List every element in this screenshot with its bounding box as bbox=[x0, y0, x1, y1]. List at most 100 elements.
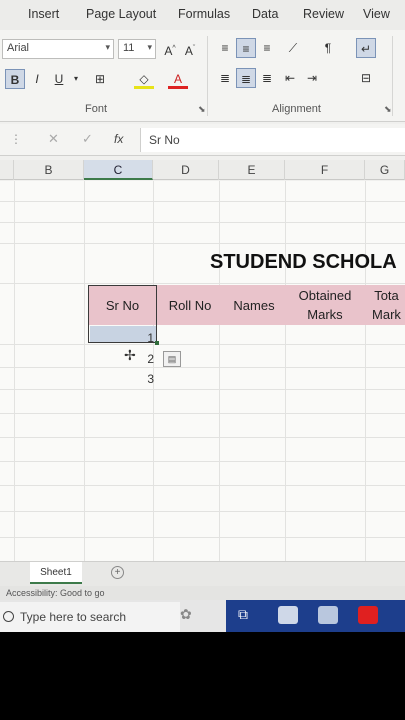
column-header-f[interactable]: F bbox=[285, 160, 365, 180]
header-total-marks[interactable]: Tota Mark bbox=[365, 285, 405, 325]
middle-align-icon[interactable]: ≡ bbox=[236, 38, 256, 58]
tab-view[interactable]: View bbox=[363, 7, 390, 21]
add-sheet-icon[interactable]: + bbox=[111, 566, 124, 579]
formula-bar: ⋮ ✕ ✓ fx Sr No bbox=[0, 124, 405, 156]
bottom-align-icon[interactable]: ≡ bbox=[257, 38, 277, 58]
header-roll-no[interactable]: Roll No bbox=[157, 285, 223, 325]
font-name-select[interactable]: Arial ▾ bbox=[2, 39, 114, 59]
serial-cell-3[interactable]: 3 bbox=[124, 372, 154, 386]
search-icon bbox=[3, 611, 14, 622]
wrap-text-icon[interactable]: ↵ bbox=[356, 38, 376, 58]
insert-function-icon[interactable]: fx bbox=[114, 132, 123, 146]
column-headers: B C D E F G bbox=[0, 160, 405, 180]
font-size-value: 11 bbox=[123, 42, 135, 54]
cancel-icon[interactable]: ✕ bbox=[48, 131, 59, 147]
chevron-down-icon: ▾ bbox=[105, 42, 110, 52]
header-obtained-line2: Marks bbox=[307, 307, 343, 322]
grid-line bbox=[0, 201, 405, 202]
grid-line bbox=[0, 222, 405, 223]
grid-line bbox=[0, 511, 405, 512]
grid-line bbox=[0, 243, 405, 244]
group-divider bbox=[392, 36, 393, 116]
header-obtained-marks[interactable]: Obtained Marks bbox=[285, 285, 365, 325]
sheet-tab-bar: Sheet1 + bbox=[0, 561, 405, 586]
excel-window: Insert Page Layout Formulas Data Review … bbox=[0, 0, 405, 632]
header-obtained-line1: Obtained bbox=[298, 288, 352, 303]
top-align-icon[interactable]: ≡ bbox=[215, 38, 235, 58]
font-color-icon[interactable]: A bbox=[168, 69, 188, 89]
tab-page-layout[interactable]: Page Layout bbox=[86, 7, 156, 21]
align-right-icon[interactable]: ≣ bbox=[257, 68, 277, 88]
grid-line bbox=[153, 181, 154, 561]
grid-line bbox=[365, 181, 366, 561]
more-icon[interactable]: ⋮ bbox=[10, 132, 22, 146]
tab-formulas[interactable]: Formulas bbox=[178, 7, 230, 21]
orientation-icon[interactable]: ⟋ bbox=[283, 38, 303, 58]
fill-handle[interactable] bbox=[155, 341, 159, 345]
grid-line bbox=[0, 367, 405, 368]
grid-line bbox=[0, 437, 405, 438]
taskbar-apps: ⧉ bbox=[226, 600, 405, 632]
accessibility-status[interactable]: Accessibility: Good to go bbox=[6, 588, 105, 598]
sheet-title[interactable]: STUDEND SCHOLA bbox=[210, 251, 397, 274]
grid-line bbox=[0, 537, 405, 538]
column-header-c[interactable]: C bbox=[84, 160, 153, 180]
sheet-tab-sheet1[interactable]: Sheet1 bbox=[30, 562, 82, 584]
header-names[interactable]: Names bbox=[223, 285, 285, 325]
paragraph-direction-icon[interactable]: ¶ bbox=[318, 38, 338, 58]
borders-icon[interactable]: ⊞ bbox=[90, 69, 110, 89]
decrease-font-icon[interactable]: Aˇ bbox=[180, 39, 200, 59]
serial-cell-1[interactable]: 1 bbox=[124, 331, 154, 345]
alignment-group-label: Alignment bbox=[272, 103, 321, 115]
header-roll-no-text: Roll No bbox=[168, 297, 212, 313]
ribbon-home: Arial ▾ 11 ▾ A^ Aˇ B I U ▾ ⊞ ◇ A Font ⬊ … bbox=[0, 30, 405, 122]
tab-insert[interactable]: Insert bbox=[28, 7, 59, 21]
font-name-value: Arial bbox=[7, 42, 30, 54]
fill-color-icon[interactable]: ◇ bbox=[134, 69, 154, 89]
taskbar: Type here to search ✿ ⧉ bbox=[0, 600, 405, 632]
formula-input[interactable]: Sr No bbox=[140, 128, 405, 152]
grid-line bbox=[0, 389, 405, 390]
chevron-down-icon: ▾ bbox=[147, 42, 152, 52]
align-center-icon[interactable]: ≣ bbox=[236, 68, 256, 88]
youtube-icon[interactable] bbox=[358, 606, 378, 624]
header-total-line2: Mark bbox=[372, 307, 401, 322]
increase-indent-icon[interactable]: ⇥ bbox=[302, 68, 322, 88]
column-header-b[interactable]: B bbox=[14, 160, 84, 180]
enter-icon[interactable]: ✓ bbox=[82, 131, 93, 147]
weather-icon[interactable]: ✿ bbox=[180, 606, 210, 628]
merge-center-icon[interactable]: ⊟ bbox=[356, 68, 376, 88]
bold-button[interactable]: B bbox=[5, 69, 25, 89]
column-header-g[interactable]: G bbox=[365, 160, 405, 180]
column-header-e[interactable]: E bbox=[219, 160, 285, 180]
grid-line bbox=[219, 181, 220, 561]
font-size-select[interactable]: 11 ▾ bbox=[118, 39, 156, 59]
grid-line bbox=[0, 344, 405, 345]
dialog-launcher-icon[interactable]: ⬊ bbox=[384, 104, 392, 115]
select-all-corner[interactable] bbox=[0, 160, 14, 180]
taskbar-search[interactable]: Type here to search bbox=[0, 602, 180, 632]
file-explorer-icon[interactable] bbox=[278, 606, 298, 624]
increase-font-icon[interactable]: A^ bbox=[160, 39, 180, 59]
autofill-options-icon[interactable]: ▤ bbox=[163, 351, 181, 367]
align-left-icon[interactable]: ≣ bbox=[215, 68, 235, 88]
tab-data[interactable]: Data bbox=[252, 7, 278, 21]
tab-review[interactable]: Review bbox=[303, 7, 344, 21]
header-names-text: Names bbox=[233, 297, 275, 313]
chevron-down-icon[interactable]: ▾ bbox=[66, 69, 86, 89]
header-total-line1: Tota bbox=[374, 288, 399, 303]
store-icon[interactable] bbox=[318, 606, 338, 624]
font-group-label: Font bbox=[85, 103, 108, 115]
decrease-indent-icon[interactable]: ⇤ bbox=[280, 68, 300, 88]
column-header-d[interactable]: D bbox=[153, 160, 219, 180]
grid-line bbox=[0, 485, 405, 486]
task-view-icon[interactable]: ⧉ bbox=[238, 606, 258, 624]
grid-line bbox=[14, 181, 15, 561]
grid-line bbox=[0, 461, 405, 462]
dialog-launcher-icon[interactable]: ⬊ bbox=[198, 104, 206, 115]
group-divider bbox=[207, 36, 208, 116]
italic-button[interactable]: I bbox=[27, 69, 47, 89]
grid-line bbox=[0, 283, 405, 284]
worksheet-grid[interactable]: STUDEND SCHOLA Sr No Roll No Names Obtai… bbox=[0, 181, 405, 561]
grid-line bbox=[84, 181, 85, 561]
